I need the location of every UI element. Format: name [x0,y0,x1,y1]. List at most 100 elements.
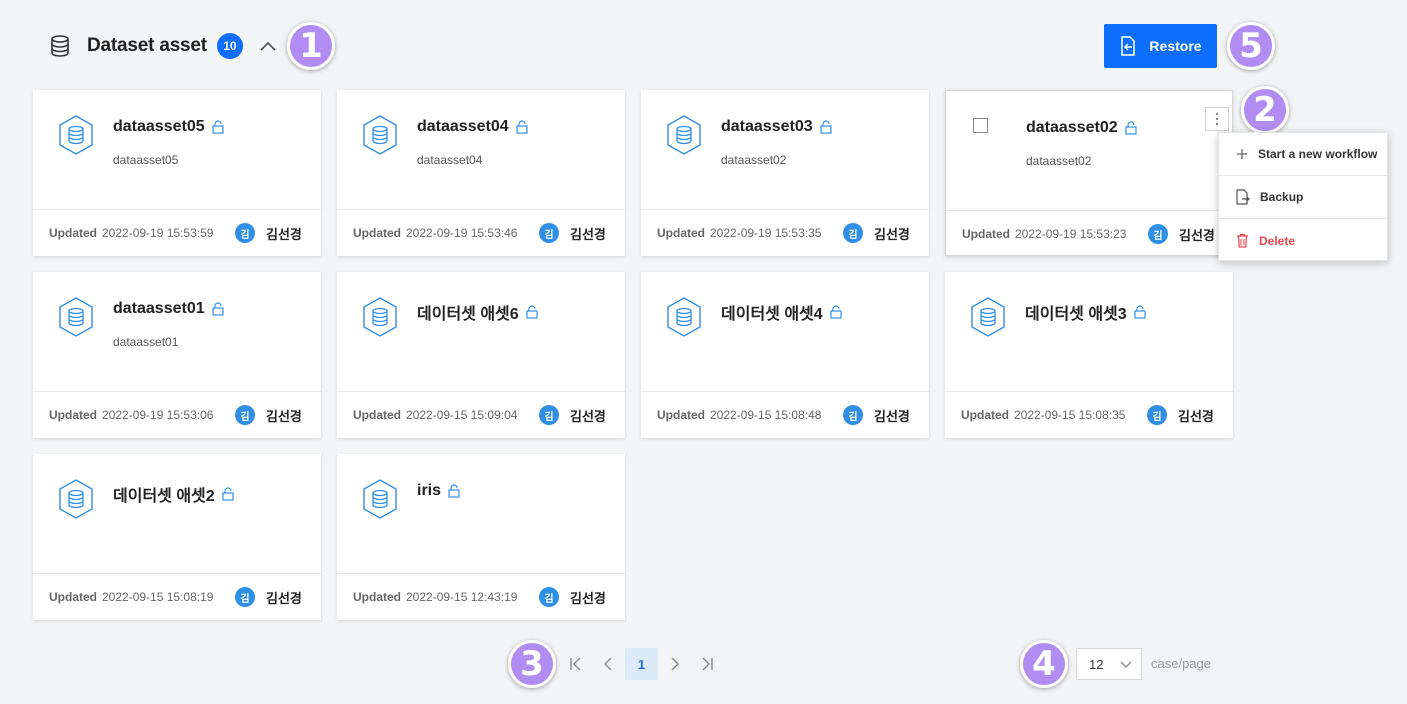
card-description: dataasset05 [113,153,179,167]
card-description: dataasset04 [417,153,483,167]
last-page-icon[interactable] [691,648,723,680]
card-footer: Updated 2022-09-15 15:09:04 김 김선경 [337,391,625,438]
avatar: 김 [843,223,863,243]
dataset-hex-icon [361,114,399,156]
card-title[interactable]: 데이터셋 애셋2 [113,482,234,506]
backup-icon [1236,189,1260,205]
menu-item-label: Start a new workflow [1258,147,1378,161]
card-name: dataasset05 [113,118,205,135]
card-footer: Updated 2022-09-15 15:08:35 김 김선경 [945,391,1233,438]
chevron-down-icon [1120,658,1132,673]
dataset-hex-icon [57,114,95,156]
card-title[interactable]: dataasset05 [113,118,224,136]
dataset-card[interactable]: 데이터셋 애셋2 Updated 2022-09-15 15:08:19 김 김선경 [33,454,321,620]
pagination: 1 [560,648,723,680]
updated-date: 2022-09-15 15:08:19 [102,590,214,604]
card-footer: Updated 2022-09-15 12:43:19 김 김선경 [337,573,625,620]
avatar: 김 [235,587,255,607]
annotation-marker-3: 3 [508,640,556,688]
dataset-card[interactable]: iris Updated 2022-09-15 12:43:19 김 김선경 [337,454,625,620]
database-icon [50,35,72,57]
card-footer: Updated 2022-09-19 15:53:59 김 김선경 [33,209,321,256]
updated-label: Updated [353,226,401,240]
card-name: dataasset04 [417,118,509,135]
card-description: dataasset02 [721,153,787,167]
annotation-marker-2: 2 [1241,86,1289,134]
card-title[interactable]: dataasset03 [721,118,832,136]
menu-item-delete[interactable]: Delete [1219,219,1387,262]
card-footer: Updated 2022-09-15 15:08:19 김 김선경 [33,573,321,620]
card-title[interactable]: dataasset04 [417,118,528,136]
card-title[interactable]: iris [417,482,460,500]
more-options-icon[interactable] [1205,107,1229,131]
lock-icon [212,302,224,316]
card-title[interactable]: dataasset01 [113,300,224,318]
avatar: 김 [1147,405,1167,425]
updated-label: Updated [657,226,705,240]
dataset-card[interactable]: 데이터셋 애셋3 Updated 2022-09-15 15:08:35 김 김선경 [945,272,1233,438]
page-button-current[interactable]: 1 [625,648,658,680]
dataset-card[interactable]: 데이터셋 애셋4 Updated 2022-09-15 15:08:48 김 김선경 [641,272,929,438]
page-title: Dataset asset [87,35,207,56]
restore-icon [1119,36,1149,56]
updated-date: 2022-09-19 15:53:35 [710,226,822,240]
context-menu: Start a new workflow Backup Delete [1218,132,1388,261]
lock-icon [526,305,538,319]
first-page-icon[interactable] [560,648,592,680]
dataset-card[interactable]: 데이터셋 애셋6 Updated 2022-09-15 15:09:04 김 김선경 [337,272,625,438]
updated-date: 2022-09-15 15:08:48 [710,408,822,422]
dataset-hex-icon [57,478,95,520]
per-page-value: 12 [1089,656,1104,672]
avatar: 김 [843,405,863,425]
updated-date: 2022-09-15 15:09:04 [406,408,518,422]
owner-name: 김선경 [570,591,606,606]
prev-page-icon[interactable] [592,648,624,680]
owner-name: 김선경 [874,227,910,242]
avatar: 김 [235,405,255,425]
owner-name: 김선경 [266,591,302,606]
updated-label: Updated [353,408,401,422]
updated-label: Updated [49,226,97,240]
card-title[interactable]: 데이터셋 애셋3 [1025,300,1146,324]
owner-name: 김선경 [1178,409,1214,424]
updated-label: Updated [353,590,401,604]
card-name: 데이터셋 애셋4 [721,306,823,323]
dataset-card[interactable]: dataasset05 dataasset05 Updated 2022-09-19 … [33,90,321,256]
plus-icon [1236,148,1258,160]
dataset-card[interactable]: dataasset02 dataasset02 Updated 2022-09-19 … [945,90,1233,256]
card-description: dataasset01 [113,335,179,349]
owner-name: 김선경 [570,227,606,242]
dataset-hex-icon [665,114,703,156]
avatar: 김 [539,587,559,607]
avatar: 김 [1148,224,1168,244]
card-title[interactable]: 데이터셋 애셋6 [417,300,538,324]
owner-name: 김선경 [266,409,302,424]
updated-date: 2022-09-15 12:43:19 [406,590,518,604]
owner-name: 김선경 [874,409,910,424]
annotation-marker-1: 1 [287,22,335,70]
owner-name: 김선경 [570,409,606,424]
lock-icon [820,120,832,134]
menu-item-backup[interactable]: Backup [1219,176,1387,219]
restore-button[interactable]: Restore [1104,24,1217,68]
lock-icon [1125,121,1137,135]
select-checkbox[interactable] [973,118,988,133]
dataset-card[interactable]: dataasset03 dataasset02 Updated 2022-09-19 … [641,90,929,256]
dataset-hex-icon [969,296,1007,338]
updated-date: 2022-09-19 15:53:59 [102,226,214,240]
dataset-card[interactable]: dataasset01 dataasset01 Updated 2022-09-19 … [33,272,321,438]
per-page-select[interactable]: 12 [1076,648,1142,680]
annotation-marker-4: 4 [1020,640,1068,688]
card-title[interactable]: dataasset02 [1026,119,1137,137]
updated-label: Updated [49,590,97,604]
next-page-icon[interactable] [659,648,691,680]
updated-date: 2022-09-19 15:53:46 [406,226,518,240]
dataset-hex-icon [665,296,703,338]
card-name: iris [417,482,442,499]
card-description: dataasset02 [1026,154,1092,168]
chevron-up-icon[interactable] [259,37,277,55]
section-header: Dataset asset 10 [50,30,277,62]
card-title[interactable]: 데이터셋 애셋4 [721,300,842,324]
menu-item-start-workflow[interactable]: Start a new workflow [1219,133,1387,176]
dataset-card[interactable]: dataasset04 dataasset04 Updated 2022-09-19 … [337,90,625,256]
